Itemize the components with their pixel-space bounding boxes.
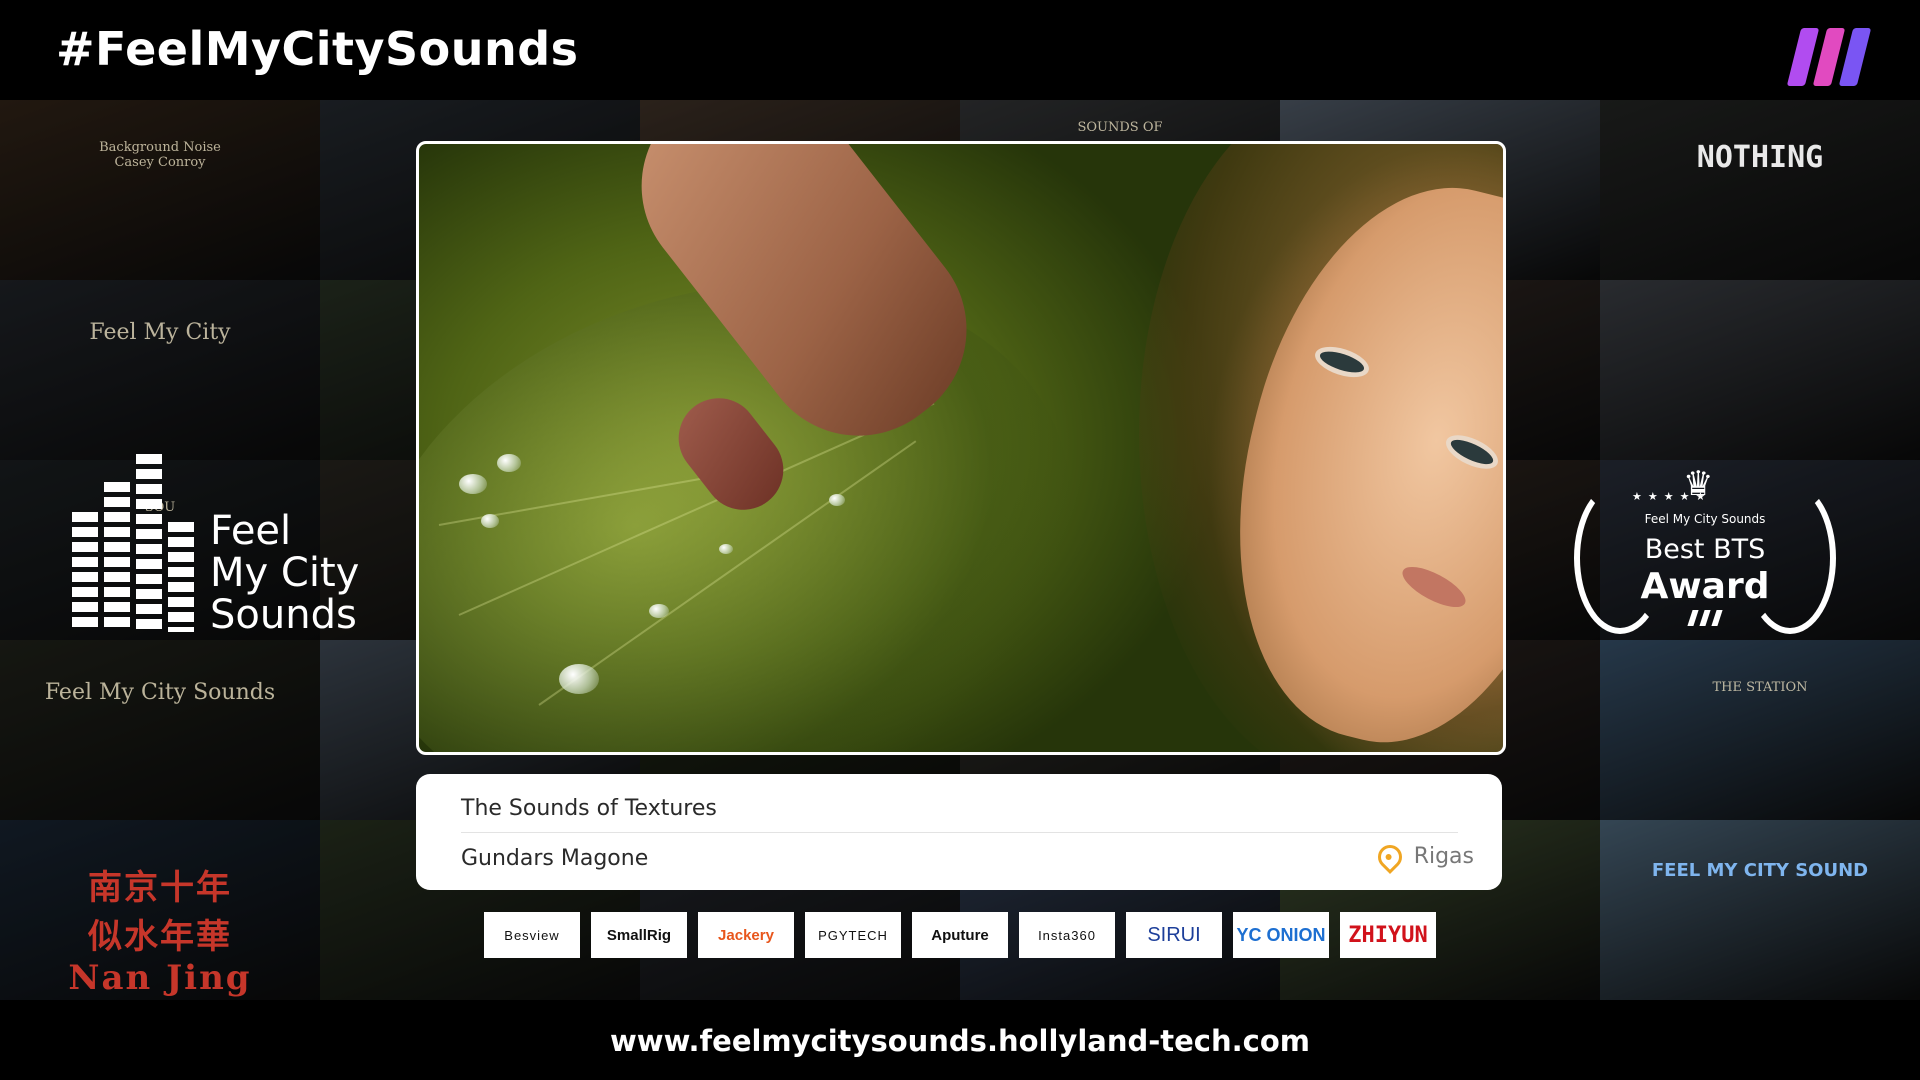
- website-link[interactable]: www.feelmycitysounds.hollyland-tech.com: [0, 1024, 1920, 1058]
- hero-image: [416, 141, 1506, 755]
- background-thumbnail: 南京十年 似水年華 Nan Jing: [0, 820, 320, 1000]
- background-thumbnail: THE STATION: [1600, 640, 1920, 820]
- background-thumbnail: Feel My City Sounds: [0, 640, 320, 820]
- sponsor-logo: PGYTECH: [805, 912, 901, 958]
- background-thumbnail: FEEL MY CITY SOUND: [1600, 820, 1920, 1000]
- thumbnail-caption: Feel My City Sounds: [44, 680, 276, 705]
- thumbnail-caption: SOUNDS OF: [1077, 120, 1163, 135]
- hashtag-title: #FeelMyCitySounds: [56, 22, 579, 76]
- background-thumbnail: [1600, 280, 1920, 460]
- top-bar: #FeelMyCitySounds: [0, 0, 1920, 100]
- thumbnail-caption: FEEL MY CITY SOUND: [1651, 860, 1869, 881]
- award-badge: ♛ ★★★★★ Feel My City Sounds Best BTS Awa…: [1570, 462, 1840, 642]
- background-thumbnail: Feel My City: [0, 280, 320, 460]
- thumbnail-caption: NOTHING: [1696, 140, 1824, 175]
- city-logo-line-1: Feel: [210, 508, 292, 554]
- sponsor-logo: Jackery: [698, 912, 794, 958]
- location-pin-icon: [1372, 839, 1407, 874]
- sponsor-logo: Besview: [484, 912, 580, 958]
- video-info-card[interactable]: The Sounds of Textures Gundars Magone Ri…: [416, 774, 1502, 890]
- feel-my-city-sounds-logo: Feel My City Sounds: [72, 452, 392, 642]
- sponsor-logo: Aputure: [912, 912, 1008, 958]
- sponsor-strip: Besview SmallRig Jackery PGYTECH Aputure…: [484, 912, 1436, 958]
- award-line-1: Best BTS: [1644, 534, 1766, 565]
- award-line-2: Award: [1640, 566, 1770, 607]
- city-skyline-icon: [72, 452, 202, 632]
- thumbnail-caption: 南京十年 似水年華 Nan Jing: [68, 868, 252, 998]
- sponsor-logo: ZHIYUN: [1340, 912, 1436, 958]
- hollyland-logo-icon: [1786, 28, 1876, 86]
- location-name: Rigas: [1413, 844, 1474, 869]
- thumbnail-caption: Background Noise Casey Conroy: [99, 140, 221, 170]
- video-title[interactable]: The Sounds of Textures: [461, 796, 717, 821]
- thumbnail-caption: THE STATION: [1712, 680, 1808, 695]
- background-thumbnail: NOTHING: [1600, 100, 1920, 280]
- city-logo-line-2: My City: [210, 550, 360, 596]
- sponsor-logo: SmallRig: [591, 912, 687, 958]
- sponsor-logo: Insta360: [1019, 912, 1115, 958]
- location: Rigas: [1372, 839, 1474, 874]
- divider: [461, 832, 1458, 833]
- stars-icon: ★★★★★: [1632, 490, 1712, 503]
- thumbnail-caption: Feel My City: [89, 320, 231, 345]
- city-logo-line-3: Sounds: [210, 592, 357, 638]
- sponsor-logo: YC ONION: [1233, 912, 1329, 958]
- background-thumbnail: Background Noise Casey Conroy: [0, 100, 320, 280]
- city-logo-text: Feel My City Sounds: [210, 510, 359, 636]
- award-festival-name: Feel My City Sounds: [1644, 512, 1766, 526]
- sponsor-logo: SIRUI: [1126, 912, 1222, 958]
- footer: www.feelmycitysounds.hollyland-tech.com: [0, 1000, 1920, 1080]
- hollyland-mark-icon: [1686, 610, 1726, 628]
- video-author[interactable]: Gundars Magone: [461, 846, 648, 871]
